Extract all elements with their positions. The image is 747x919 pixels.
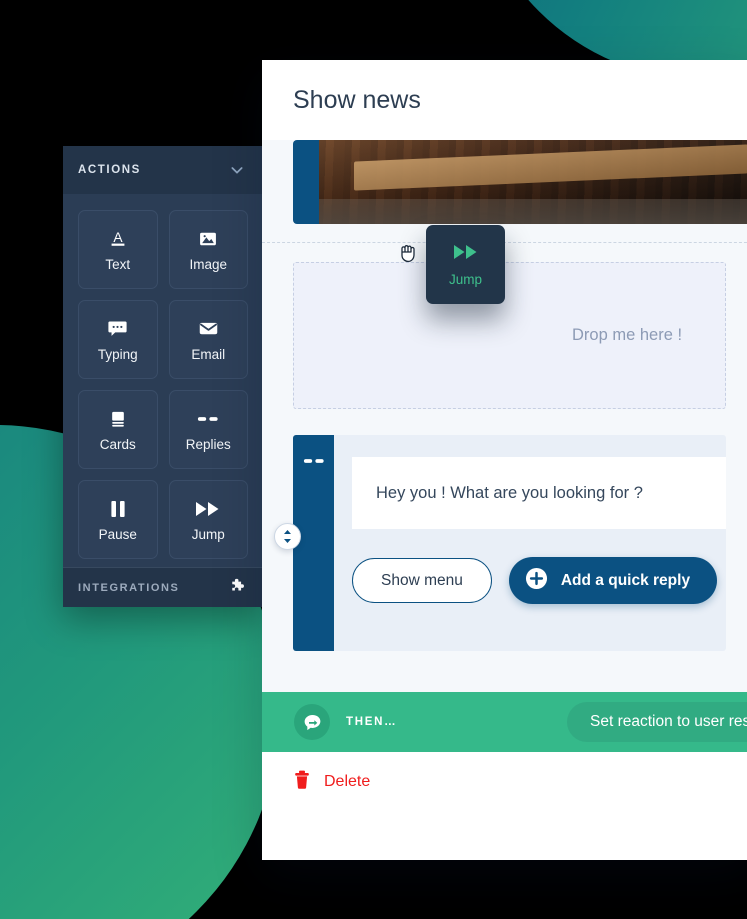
quick-replies-body: Hey you ! What are you looking for ? Sho… [334,435,726,651]
integrations-title: INTEGRATIONS [78,581,180,594]
grabbing-hand-cursor [398,241,420,265]
add-quick-reply-button[interactable]: Add a quick reply [508,557,718,604]
cards-icon [108,408,128,430]
drop-zone[interactable]: Jump Drop me here ! [293,225,726,409]
typing-bubble-icon [107,318,128,340]
actions-sidebar: ACTIONS A Text Image Typing Email Cards … [63,146,263,607]
drag-ghost-jump-tile[interactable]: Jump [401,225,505,304]
fast-forward-icon [453,243,479,266]
action-tile-label: Pause [98,526,137,542]
envelope-icon [198,318,219,340]
svg-text:A: A [113,229,123,244]
drop-zone-hint: Drop me here ! [572,326,683,344]
trash-icon [294,770,310,794]
then-bar[interactable]: THEN… Set reaction to user respons [262,692,747,752]
restaurant-photo [319,140,747,224]
image-block[interactable] [262,140,747,242]
reply-bubble-icon [294,704,330,740]
image-block-rail [293,140,319,224]
pause-icon [109,498,127,520]
actions-sidebar-header[interactable]: ACTIONS [63,146,263,194]
action-tile-image[interactable]: Image [168,210,248,289]
action-tile-label: Image [189,256,228,272]
text-a-icon: A [107,228,129,250]
action-tile-cards[interactable]: Cards [78,390,158,469]
action-tile-jump[interactable]: Jump [168,480,248,559]
show-menu-button[interactable]: Show menu [352,558,492,603]
actions-sidebar-title: ACTIONS [78,164,141,176]
replies-dashes-icon [303,454,325,651]
integrations-section[interactable]: INTEGRATIONS [63,567,263,607]
action-tile-label: Typing [97,346,138,362]
then-label: THEN… [346,716,398,728]
action-tile-label: Replies [185,436,231,452]
action-tile-label: Text [105,256,131,272]
action-tile-text[interactable]: A Text [78,210,158,289]
updown-arrows-icon[interactable] [274,523,301,550]
action-tile-label: Jump [191,526,225,542]
action-tile-replies[interactable]: Replies [168,390,248,469]
chevron-down-icon[interactable] [229,162,245,178]
delete-label: Delete [324,773,371,790]
fast-forward-icon [195,498,221,520]
quick-replies-block[interactable]: Hey you ! What are you looking for ? Sho… [274,435,726,651]
action-tile-label: Email [191,346,226,362]
flow-editor-card: Show news Jump Drop me here ! Hey you ! … [262,60,747,860]
action-tile-grid: A Text Image Typing Email Cards Replies … [63,194,263,573]
screenshot-stage: ACTIONS A Text Image Typing Email Cards … [0,0,747,919]
action-tile-typing[interactable]: Typing [78,300,158,379]
replies-dashes-icon [197,408,219,430]
quick-reply-buttons: Show menu Add a quick reply [352,529,726,630]
action-tile-pause[interactable]: Pause [78,480,158,559]
add-quick-reply-label: Add a quick reply [560,571,691,589]
reply-message-text[interactable]: Hey you ! What are you looking for ? [352,457,726,529]
plus-circle-icon [525,567,548,595]
action-tile-email[interactable]: Email [168,300,248,379]
puzzle-piece-icon[interactable] [230,577,247,599]
image-icon [198,228,218,250]
flow-canvas: Jump Drop me here ! Hey you ! What are y… [262,140,747,812]
action-tile-label: Cards [99,436,136,452]
set-reaction-pill[interactable]: Set reaction to user respons [567,702,747,742]
drag-ghost-label: Jump [448,271,482,287]
delete-button[interactable]: Delete [262,752,747,812]
page-title: Show news [293,85,421,114]
